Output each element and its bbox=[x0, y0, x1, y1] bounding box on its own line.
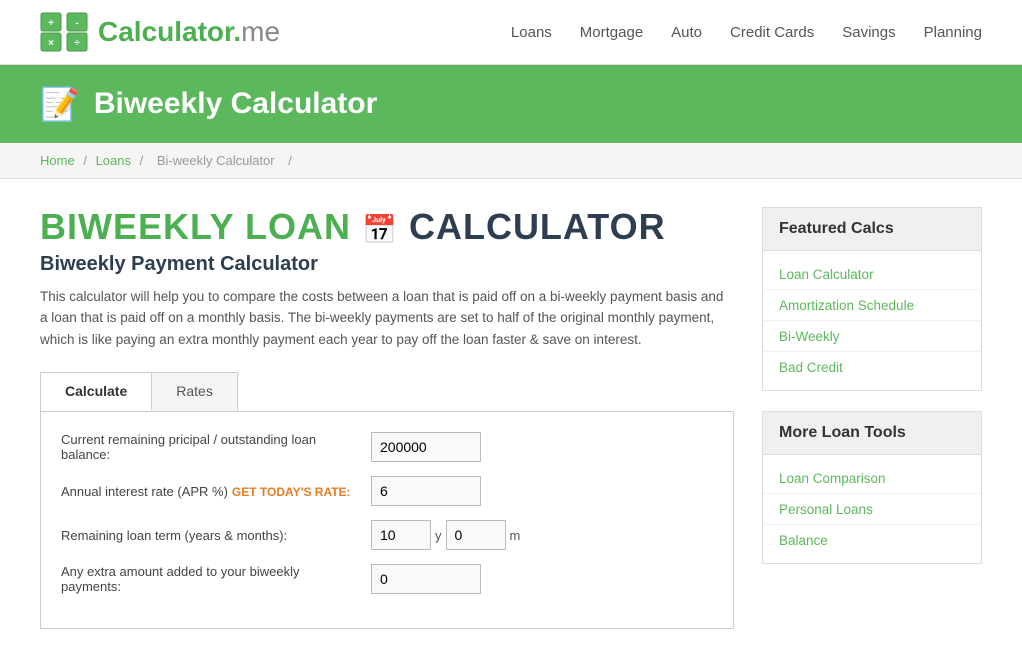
breadcrumb-loans[interactable]: Loans bbox=[96, 153, 131, 168]
link-loan-comparison[interactable]: Loan Comparison bbox=[779, 471, 886, 486]
link-loan-calculator[interactable]: Loan Calculator bbox=[779, 267, 874, 282]
featured-calcs-header: Featured Calcs bbox=[763, 208, 981, 251]
form-row-term: Remaining loan term (years & months): y … bbox=[61, 520, 713, 550]
description: This calculator will help you to compare… bbox=[40, 286, 734, 351]
breadcrumb-sep1: / bbox=[83, 153, 87, 168]
breadcrumb-sep2: / bbox=[140, 153, 144, 168]
heading-part2: CALCULATOR bbox=[409, 206, 666, 247]
list-item: Bad Credit bbox=[763, 352, 981, 382]
list-item: Balance bbox=[763, 525, 981, 555]
heading-part1: BIWEEKLY LOAN bbox=[40, 206, 351, 247]
label-balance: Current remaining pricipal / outstanding… bbox=[61, 432, 361, 462]
label-extra: Any extra amount added to your biweekly … bbox=[61, 564, 361, 594]
list-item: Bi-Weekly bbox=[763, 321, 981, 352]
breadcrumb-home[interactable]: Home bbox=[40, 153, 75, 168]
sidebar-more-tools: More Loan Tools Loan Comparison Personal… bbox=[762, 411, 982, 564]
main-content: BIWEEKLY LOAN 📅 CALCULATOR Biweekly Paym… bbox=[0, 179, 1022, 657]
link-bad-credit[interactable]: Bad Credit bbox=[779, 360, 843, 375]
banner-icon: 📝 bbox=[40, 85, 80, 123]
input-balance[interactable] bbox=[371, 432, 481, 462]
nav-mortgage[interactable]: Mortgage bbox=[580, 24, 643, 41]
nav-savings[interactable]: Savings bbox=[842, 24, 895, 41]
svg-text:+: + bbox=[48, 18, 54, 29]
svg-text:÷: ÷ bbox=[74, 38, 80, 49]
page-heading: BIWEEKLY LOAN 📅 CALCULATOR bbox=[40, 207, 734, 247]
logo[interactable]: + - × ÷ Calculator.me bbox=[40, 12, 280, 52]
form-row-balance: Current remaining pricipal / outstanding… bbox=[61, 432, 713, 462]
nav-auto[interactable]: Auto bbox=[671, 24, 702, 41]
logo-text: Calculator.me bbox=[98, 16, 280, 48]
input-term-years[interactable] bbox=[371, 520, 431, 550]
input-term-months[interactable] bbox=[446, 520, 506, 550]
left-column: BIWEEKLY LOAN 📅 CALCULATOR Biweekly Paym… bbox=[40, 207, 734, 629]
sidebar-featured-calcs: Featured Calcs Loan Calculator Amortizat… bbox=[762, 207, 982, 391]
heading-emoji: 📅 bbox=[362, 214, 398, 245]
nav-loans[interactable]: Loans bbox=[511, 24, 552, 41]
years-unit: y bbox=[435, 528, 442, 543]
get-rate-link[interactable]: GET TODAY'S RATE: bbox=[232, 485, 351, 499]
list-item: Loan Comparison bbox=[763, 463, 981, 494]
main-nav: Loans Mortgage Auto Credit Cards Savings… bbox=[511, 24, 982, 41]
list-item: Loan Calculator bbox=[763, 259, 981, 290]
tab-rates[interactable]: Rates bbox=[152, 373, 237, 411]
form-row-extra: Any extra amount added to your biweekly … bbox=[61, 564, 713, 594]
subheading: Biweekly Payment Calculator bbox=[40, 253, 734, 276]
more-tools-header: More Loan Tools bbox=[763, 412, 981, 455]
breadcrumb-current: Bi-weekly Calculator bbox=[157, 153, 275, 168]
tabs: Calculate Rates bbox=[40, 372, 238, 411]
right-sidebar: Featured Calcs Loan Calculator Amortizat… bbox=[762, 207, 982, 629]
form-area: Current remaining pricipal / outstanding… bbox=[40, 411, 734, 629]
breadcrumb-sep3: / bbox=[288, 153, 292, 168]
input-interest[interactable] bbox=[371, 476, 481, 506]
list-item: Personal Loans bbox=[763, 494, 981, 525]
input-extra[interactable] bbox=[371, 564, 481, 594]
svg-text:-: - bbox=[75, 18, 78, 29]
link-personal-loans[interactable]: Personal Loans bbox=[779, 502, 873, 517]
link-balance[interactable]: Balance bbox=[779, 533, 828, 548]
breadcrumb: Home / Loans / Bi-weekly Calculator / bbox=[0, 143, 1022, 179]
header: + - × ÷ Calculator.me Loans Mortgage Aut… bbox=[0, 0, 1022, 65]
label-term: Remaining loan term (years & months): bbox=[61, 528, 361, 543]
tab-calculate[interactable]: Calculate bbox=[41, 373, 152, 411]
nav-planning[interactable]: Planning bbox=[924, 24, 982, 41]
link-biweekly[interactable]: Bi-Weekly bbox=[779, 329, 840, 344]
logo-icon: + - × ÷ bbox=[40, 12, 88, 52]
form-row-interest: Annual interest rate (APR %)GET TODAY'S … bbox=[61, 476, 713, 506]
months-unit: m bbox=[510, 528, 521, 543]
svg-text:×: × bbox=[48, 38, 54, 49]
banner: 📝 Biweekly Calculator bbox=[0, 65, 1022, 143]
nav-credit-cards[interactable]: Credit Cards bbox=[730, 24, 814, 41]
more-tools-list: Loan Comparison Personal Loans Balance bbox=[763, 455, 981, 563]
label-interest: Annual interest rate (APR %)GET TODAY'S … bbox=[61, 484, 361, 499]
banner-title: Biweekly Calculator bbox=[94, 87, 377, 121]
list-item: Amortization Schedule bbox=[763, 290, 981, 321]
featured-calcs-list: Loan Calculator Amortization Schedule Bi… bbox=[763, 251, 981, 390]
term-input-group: y m bbox=[371, 520, 520, 550]
link-amortization[interactable]: Amortization Schedule bbox=[779, 298, 914, 313]
